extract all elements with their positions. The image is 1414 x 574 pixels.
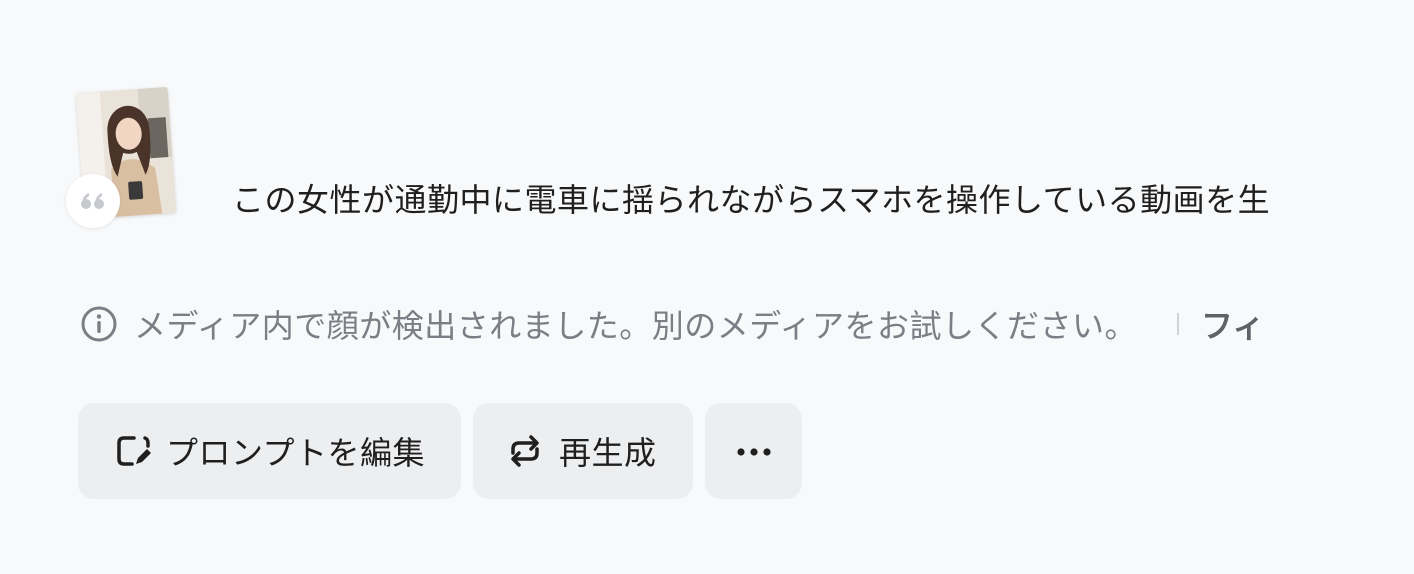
quote-badge [66,174,120,228]
face-detected-notice: メディア内で顔が検出されました。別のメディアをお試しください。 フィ [80,302,1264,346]
edit-prompt-label: プロンプトを編集 [166,434,426,472]
edit-icon [112,431,152,471]
notice-link[interactable]: フィ [1201,301,1264,347]
prompt-row: この女性が通勤中に電車に揺られながらスマホを操作している動画を生 [66,86,1414,236]
regenerate-icon [505,431,545,471]
edit-prompt-button[interactable]: プロンプトを編集 [78,403,461,499]
prompt-text: この女性が通勤中に電車に揺られながらスマホを操作している動画を生 [232,181,1271,219]
notice-divider [1177,313,1180,335]
regenerate-button[interactable]: 再生成 [473,403,693,499]
more-options-button[interactable] [705,403,802,499]
info-icon [80,305,118,343]
quote-icon [81,193,104,209]
more-icon [736,442,772,461]
notice-message: メディア内で顔が検出されました。別のメディアをお試しください。 [134,307,1138,345]
action-bar: プロンプトを編集 再生成 [78,403,802,499]
regenerate-label: 再生成 [559,434,657,472]
